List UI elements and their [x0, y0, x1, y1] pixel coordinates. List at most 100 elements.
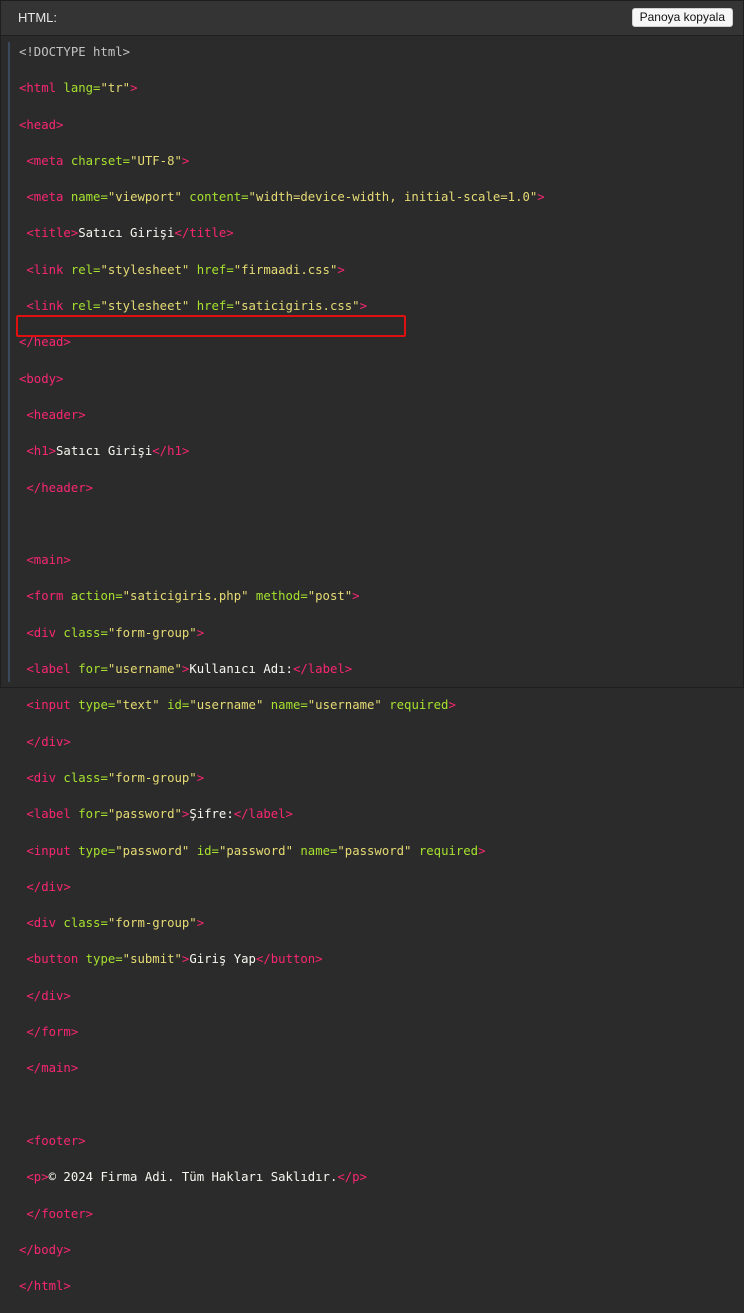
- code-token: <label: [19, 662, 79, 677]
- code-token: content=: [181, 190, 249, 205]
- code-token: charset=: [70, 153, 131, 168]
- code-token: class=: [63, 916, 108, 931]
- code-token: method=: [248, 589, 308, 604]
- code-token: "UTF-8": [130, 153, 182, 168]
- code-line: </body>: [19, 1241, 545, 1259]
- code-token: "password": [218, 843, 293, 858]
- code-token: "submit": [122, 952, 182, 967]
- code-line: <div class="form-group">: [19, 624, 545, 642]
- code-token: "form-group": [107, 625, 197, 640]
- code-token: "password": [107, 807, 182, 822]
- code-token: Giriş Yap: [189, 952, 256, 967]
- code-token: type=: [78, 843, 116, 858]
- code-token: </footer>: [19, 1206, 94, 1221]
- code-line: <div class="form-group">: [19, 914, 545, 932]
- code-line: <html lang="tr">: [19, 79, 545, 97]
- code-line: <button type="submit">Giriş Yap</button>: [19, 950, 545, 968]
- code-token: name=: [292, 843, 338, 858]
- code-token: </head>: [19, 335, 71, 350]
- code-token: "username": [307, 698, 382, 713]
- code-line: <head>: [19, 116, 545, 134]
- code-token: <head>: [19, 117, 64, 132]
- code-token: rel=: [70, 262, 101, 277]
- code-token: <header>: [19, 407, 86, 422]
- code-token: >: [337, 262, 345, 277]
- code-line: </div>: [19, 733, 545, 751]
- code-line: </footer>: [19, 1205, 545, 1223]
- code-token: lang=: [63, 81, 101, 96]
- code-token: "stylesheet": [100, 262, 190, 277]
- code-token: >: [359, 299, 367, 314]
- code-header: HTML: Panoya kopyala: [1, 1, 743, 36]
- code-token: <button: [19, 952, 86, 967]
- gutter-line: [8, 42, 10, 682]
- code-line: <meta charset="UTF-8">: [19, 152, 545, 170]
- highlight-box: [16, 315, 406, 337]
- code-token: <form: [19, 589, 71, 604]
- code-token: Kullanıcı Adı:: [189, 662, 293, 677]
- code-line: <link rel="stylesheet" href="saticigiris…: [19, 297, 545, 315]
- code-line: </div>: [19, 878, 545, 896]
- code-token: © 2024 Firma Adi. Tüm Hakları Saklıdır.: [48, 1170, 338, 1185]
- code-token: </p>: [337, 1170, 367, 1185]
- code-line: <footer>: [19, 1132, 545, 1150]
- code-token: href=: [189, 262, 234, 277]
- code-token: <div: [19, 916, 64, 931]
- code-token: "firmaadi.css": [233, 262, 338, 277]
- code-line: <label for="username">Kullanıcı Adı:</la…: [19, 660, 545, 678]
- code-line: </div>: [19, 987, 545, 1005]
- code-token: <html: [19, 81, 64, 96]
- code-line: <title>Satıcı Girişi</title>: [19, 224, 545, 242]
- code-token: "username": [189, 698, 264, 713]
- code-token: </html>: [19, 1279, 71, 1294]
- code-token: <!DOCTYPE html>: [19, 45, 131, 59]
- code-token: "saticigiris.php": [122, 589, 249, 604]
- code-line: <p>© 2024 Firma Adi. Tüm Hakları Saklıdı…: [19, 1168, 545, 1186]
- code-token: <div: [19, 625, 64, 640]
- code-token: >: [352, 589, 360, 604]
- code-line: <header>: [19, 406, 545, 424]
- code-token: Satıcı Girişi: [78, 226, 175, 241]
- code-token: name=: [70, 190, 108, 205]
- code-token: <body>: [19, 371, 64, 386]
- code-line: </header>: [19, 479, 545, 497]
- code-token: "tr": [100, 81, 131, 96]
- copy-to-clipboard-button[interactable]: Panoya kopyala: [631, 8, 733, 27]
- code-token: <footer>: [19, 1133, 86, 1148]
- code-token: "form-group": [107, 916, 197, 931]
- code-token: class=: [63, 625, 108, 640]
- code-block[interactable]: <!DOCTYPE html> <html lang="tr"> <head> …: [1, 36, 743, 1293]
- code-line: <link rel="stylesheet" href="firmaadi.cs…: [19, 261, 545, 279]
- code-token: </div>: [19, 988, 71, 1003]
- code-token: </form>: [19, 1025, 79, 1040]
- code-token: >: [196, 916, 205, 931]
- code-token: required: [411, 843, 479, 858]
- code-token: "password": [115, 843, 190, 858]
- code-token: <link: [19, 299, 71, 314]
- code-token: <main>: [19, 553, 71, 568]
- code-token: </label>: [292, 662, 353, 677]
- code-token: >: [181, 153, 190, 168]
- code-token: "saticigiris.css": [233, 299, 360, 314]
- code-token: >: [130, 81, 138, 96]
- code-line: <label for="password">Şifre:</label>: [19, 805, 545, 823]
- code-token: "post": [307, 589, 353, 604]
- code-token: "stylesheet": [100, 299, 190, 314]
- code-token: type=: [78, 698, 116, 713]
- code-token: "viewport": [107, 190, 182, 205]
- code-token: <title>: [19, 226, 79, 241]
- code-token: <p>: [19, 1170, 49, 1185]
- code-token: </label>: [233, 807, 293, 822]
- code-token: </h1>: [152, 444, 190, 459]
- code-token: "width=device-width, initial-scale=1.0": [248, 190, 538, 205]
- code-line: <!DOCTYPE html>: [19, 43, 545, 61]
- code-token: <meta: [19, 153, 71, 168]
- code-line: </form>: [19, 1023, 545, 1041]
- code-token: "form-group": [107, 770, 197, 785]
- code-token: </body>: [19, 1242, 71, 1257]
- code-token: "username": [107, 662, 182, 677]
- code-token: >: [196, 770, 205, 785]
- code-line: <meta name="viewport" content="width=dev…: [19, 188, 544, 206]
- code-token: </button>: [255, 952, 323, 967]
